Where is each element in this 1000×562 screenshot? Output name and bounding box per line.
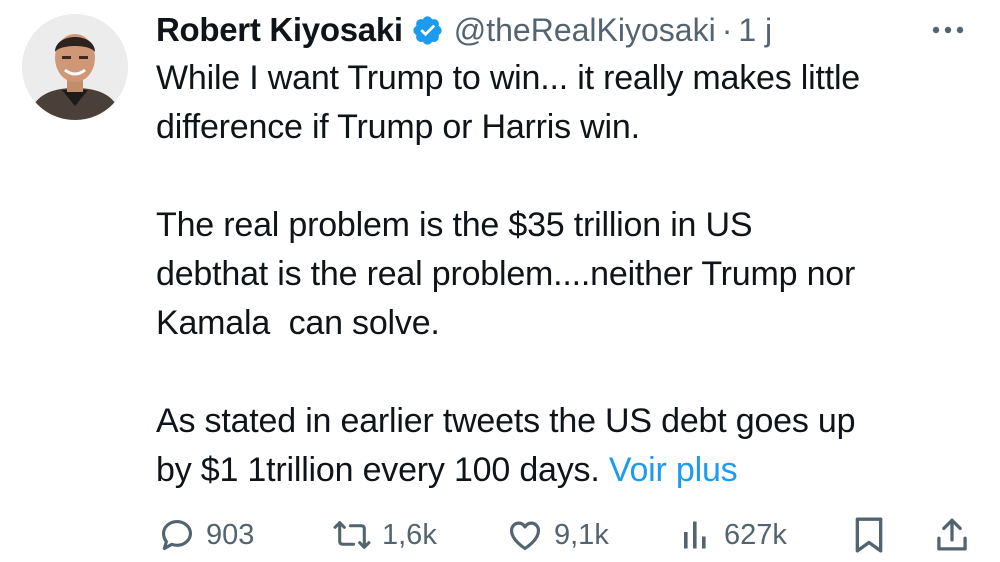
tweet-paragraph-2: The real problem is the $35 trillion in … — [156, 201, 976, 348]
heart-icon — [509, 521, 541, 551]
bookmark-button[interactable] — [852, 512, 886, 558]
tweet-line: As stated in earlier tweets the US debt … — [156, 402, 856, 440]
tweet-line: difference if Trump or Harris win. — [156, 108, 640, 146]
bookmark-icon — [855, 517, 883, 553]
author-handle[interactable]: @theRealKiyosaki — [454, 12, 716, 49]
tweet-text: While I want Trump to win... it really m… — [156, 54, 976, 495]
reply-icon — [161, 519, 193, 551]
more-options-icon[interactable] — [928, 16, 968, 44]
tweet-paragraph-3: As stated in earlier tweets the US debt … — [156, 397, 976, 495]
tweet-timestamp[interactable]: 1 j — [738, 12, 772, 49]
author-avatar[interactable] — [22, 14, 128, 120]
tweet-line: While I want Trump to win... it really m… — [156, 59, 861, 97]
retweet-count: 1,6k — [382, 518, 437, 551]
retweet-icon — [333, 521, 371, 549]
tweet-line: by $1 1trillion every 100 days. — [156, 451, 600, 489]
tweet-action-bar: 903 1,6k 9,1k 627k — [156, 512, 986, 558]
author-display-name[interactable]: Robert Kiyosaki — [156, 11, 403, 49]
tweet-line: Kamala can solve. — [156, 304, 440, 342]
retweet-button[interactable]: 1,6k — [332, 512, 437, 558]
verified-badge-icon — [411, 14, 444, 47]
share-button[interactable] — [934, 512, 970, 558]
like-button[interactable]: 9,1k — [506, 512, 609, 558]
tweet-header: Robert Kiyosaki @theRealKiyosaki · 1 j — [156, 6, 976, 54]
header-separator: · — [721, 11, 733, 48]
share-icon — [937, 518, 967, 551]
reply-count: 903 — [206, 518, 255, 551]
reply-button[interactable]: 903 — [158, 512, 254, 558]
tweet-line: The real problem is the $35 trillion in … — [156, 206, 753, 244]
views-chart-icon — [684, 521, 706, 549]
show-more-link[interactable]: Voir plus — [609, 451, 738, 489]
views-count: 627k — [724, 518, 787, 551]
tweet-paragraph-1: While I want Trump to win... it really m… — [156, 54, 976, 152]
like-count: 9,1k — [554, 518, 609, 551]
views-button[interactable]: 627k — [678, 512, 787, 558]
tweet-line: debthat is the real problem....neither T… — [156, 255, 856, 293]
